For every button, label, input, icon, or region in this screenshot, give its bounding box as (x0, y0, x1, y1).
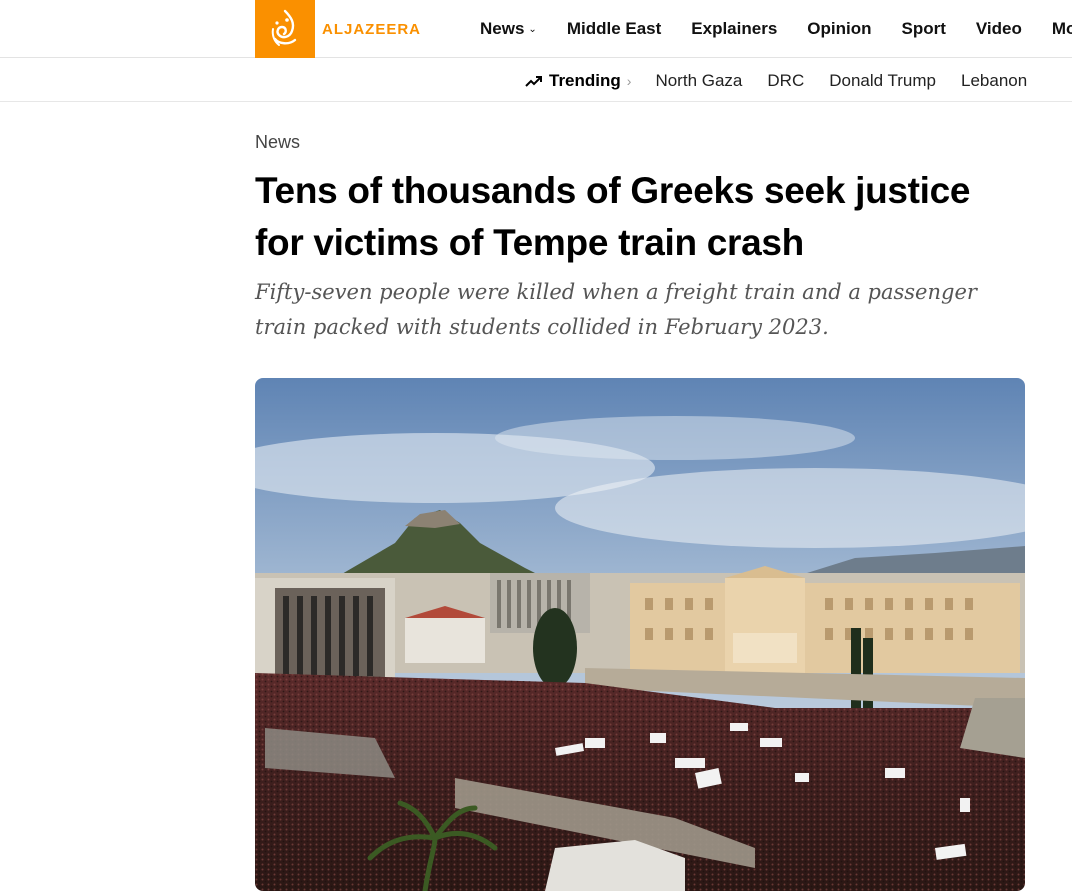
trending-link-north-gaza[interactable]: North Gaza (655, 71, 742, 91)
headline-line-1: Tens of thousands of Greeks seek justice (255, 170, 971, 211)
nav-item-opinion[interactable]: Opinion (807, 19, 871, 39)
nav-item-sport[interactable]: Sport (902, 19, 946, 39)
trending-label-text: Trending (549, 70, 621, 90)
nav-item-more[interactable]: Mo (1052, 19, 1072, 39)
article-headline: Tens of thousands of Greeks seek justice… (255, 165, 1025, 269)
nav-item-explainers[interactable]: Explainers (691, 19, 777, 39)
chevron-right-icon: › (626, 72, 632, 89)
nav-item-middle-east[interactable]: Middle East (567, 19, 661, 39)
trending-link-donald-trump[interactable]: Donald Trump (829, 71, 936, 91)
article-summary: Fifty-seven people were killed when a fr… (255, 275, 1025, 345)
trending-label: Trending › (525, 71, 631, 91)
nav-item-video[interactable]: Video (976, 19, 1022, 39)
site-logo-text: ALJAZEERA (322, 20, 422, 38)
trending-bar: Trending › North Gaza DRC Donald Trump L… (0, 59, 1072, 102)
chevron-down-icon: ⌄ (528, 23, 537, 35)
headline-line-2: for victims of Tempe train crash (255, 222, 804, 263)
aljazeera-logo-icon (255, 0, 315, 58)
article-category[interactable]: News (255, 132, 300, 153)
summary-line-1: Fifty-seven people were killed when a fr… (255, 280, 977, 304)
trending-up-icon (525, 75, 542, 87)
summary-line-2: train packed with students collided in F… (255, 315, 829, 339)
nav-item-news[interactable]: News ⌄ (480, 19, 537, 39)
site-logo[interactable]: ALJAZEERA (255, 0, 421, 58)
nav-item-label: News (480, 19, 525, 38)
top-navigation: ALJAZEERA News ⌄ Middle East Explainers … (0, 0, 1072, 58)
main-menu: News ⌄ Middle East Explainers Opinion Sp… (480, 0, 1072, 58)
hero-image (255, 378, 1025, 891)
trending-link-drc[interactable]: DRC (767, 71, 804, 91)
trending-link-lebanon[interactable]: Lebanon (961, 71, 1027, 91)
